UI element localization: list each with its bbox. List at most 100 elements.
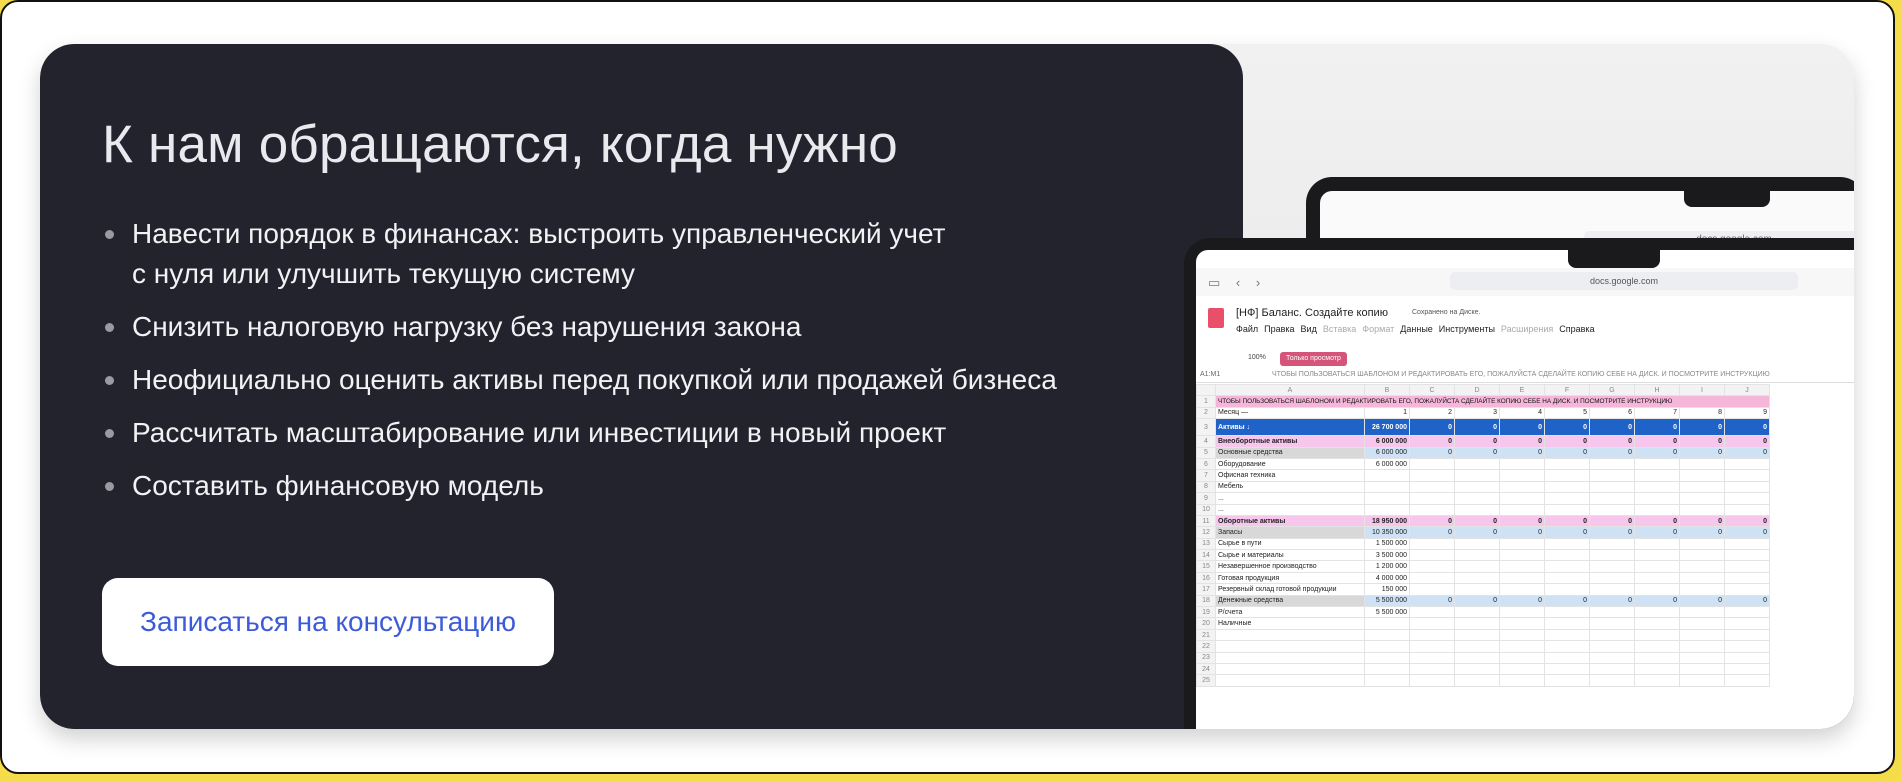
table-cell: [1634, 571, 1680, 585]
table-cell: [1634, 549, 1680, 562]
table-cell: [1589, 628, 1635, 642]
table-cell: [1454, 617, 1500, 630]
spreadsheet-grid: A B C D E F G H I J 1 ЧТОБЫ ПОЛЬЗОВАТЬСЯ ШАБЛОНОМ И…: [1196, 383, 1770, 687]
table-cell: [1364, 674, 1410, 687]
menu-extensions: Расширения: [1500, 324, 1554, 334]
table-cell: [1454, 583, 1500, 596]
table-cell: [1454, 606, 1500, 619]
menu-view: Вид: [1300, 324, 1317, 334]
table-cell: [1364, 628, 1410, 642]
table-cell: [1589, 549, 1635, 562]
table-cell: 1 500 000: [1364, 537, 1410, 551]
table-cell: [1589, 674, 1635, 687]
table-cell: [1499, 571, 1545, 585]
table-cell: [1589, 537, 1635, 551]
table-cell: [1544, 640, 1590, 653]
row-label: [1215, 662, 1365, 676]
table-cell: [1454, 549, 1500, 562]
formula-bar: A1:M1 ЧТОБЫ ПОЛЬЗОВАТЬСЯ ШАБЛОНОМ И РЕДА…: [1196, 370, 1854, 383]
table-cell: [1454, 503, 1500, 516]
row-label: ...: [1215, 503, 1365, 516]
table-cell: 0: [1634, 526, 1680, 539]
table-row: 9...: [1196, 492, 1770, 505]
table-cell: [1634, 583, 1680, 596]
table-cell: [1364, 662, 1410, 676]
table-cell: 0: [1409, 418, 1455, 437]
table-cell: [1409, 606, 1455, 619]
table-cell: [1409, 480, 1455, 494]
table-cell: [1409, 503, 1455, 516]
table-cell: [1499, 628, 1545, 642]
table-cell: 7: [1634, 406, 1680, 420]
column-header: G: [1589, 383, 1635, 397]
column-header: I: [1679, 383, 1725, 397]
row-label: Незавершенное производство: [1215, 560, 1365, 573]
column-header: C: [1409, 383, 1455, 397]
table-cell: [1409, 662, 1455, 676]
table-cell: [1724, 571, 1770, 585]
row-label: [1215, 640, 1365, 653]
needs-list: Навести порядок в финансах: выстроить уп…: [102, 214, 1132, 519]
table-row: 25: [1196, 674, 1770, 687]
table-cell: [1454, 480, 1500, 494]
table-cell: [1544, 492, 1590, 505]
table-cell: [1724, 628, 1770, 642]
table-cell: [1544, 662, 1590, 676]
row-number: 17: [1196, 583, 1216, 596]
table-cell: [1454, 674, 1500, 687]
table-cell: [1544, 628, 1590, 642]
table-cell: 0: [1679, 594, 1725, 608]
row-number: 19: [1196, 606, 1216, 619]
table-cell: [1634, 606, 1680, 619]
row-label: Внеоборотные активы: [1215, 435, 1365, 448]
table-row: 10...: [1196, 503, 1770, 516]
table-row: 15 Незавершенное производство 1 200 000: [1196, 560, 1770, 573]
table-cell: [1364, 492, 1410, 505]
table-cell: 0: [1724, 446, 1770, 459]
table-cell: [1679, 606, 1725, 619]
table-cell: [1589, 662, 1635, 676]
table-cell: [1454, 662, 1500, 676]
row-number: 23: [1196, 651, 1216, 665]
table-cell: 0: [1634, 446, 1680, 459]
table-cell: [1409, 571, 1455, 585]
table-cell: 1: [1364, 406, 1410, 420]
table-row: 14 Сырье и материалы 3 500 000: [1196, 549, 1770, 562]
bullet-icon: [105, 482, 114, 491]
row-label: Резервный склад готовой продукции: [1215, 583, 1365, 596]
cell-reference: A1:M1: [1200, 371, 1221, 378]
table-cell: [1679, 480, 1725, 494]
column-header-row: ABCDEFGHIJ: [1196, 383, 1770, 397]
table-cell: [1544, 571, 1590, 585]
table-cell: 0: [1544, 418, 1590, 437]
row-number: 15: [1196, 560, 1216, 573]
table-cell: 0: [1634, 594, 1680, 608]
table-cell: [1409, 537, 1455, 551]
table-cell: [1724, 457, 1770, 471]
row-label: Активы ↓: [1215, 418, 1365, 437]
row-label: ...: [1215, 492, 1365, 505]
table-cell: 0: [1409, 514, 1455, 528]
table-row: 2 Месяц —1 2 3 4 5 6 7 8 9: [1196, 406, 1770, 420]
table-cell: [1724, 469, 1770, 482]
banner-row: 1 ЧТОБЫ ПОЛЬЗОВАТЬСЯ ШАБЛОНОМ И РЕДАКТИРО…: [1196, 395, 1770, 408]
table-cell: [1409, 651, 1455, 665]
table-cell: [1544, 537, 1590, 551]
row-number: 24: [1196, 662, 1216, 676]
table-cell: 4 000 000: [1364, 571, 1410, 585]
bullet-icon: [105, 323, 114, 332]
row-label: Основные средства: [1215, 446, 1365, 459]
table-cell: [1724, 651, 1770, 665]
table-cell: [1679, 651, 1725, 665]
column-header: F: [1544, 383, 1590, 397]
table-cell: [1634, 503, 1680, 516]
table-cell: 10 350 000: [1364, 526, 1410, 539]
book-consultation-button[interactable]: Записаться на консультацию: [102, 578, 554, 666]
table-cell: 0: [1409, 594, 1455, 608]
table-cell: [1634, 628, 1680, 642]
table-cell: [1589, 457, 1635, 471]
table-cell: [1634, 457, 1680, 471]
bullet-icon: [105, 230, 114, 239]
table-cell: [1499, 492, 1545, 505]
table-cell: 6 000 000: [1364, 457, 1410, 471]
